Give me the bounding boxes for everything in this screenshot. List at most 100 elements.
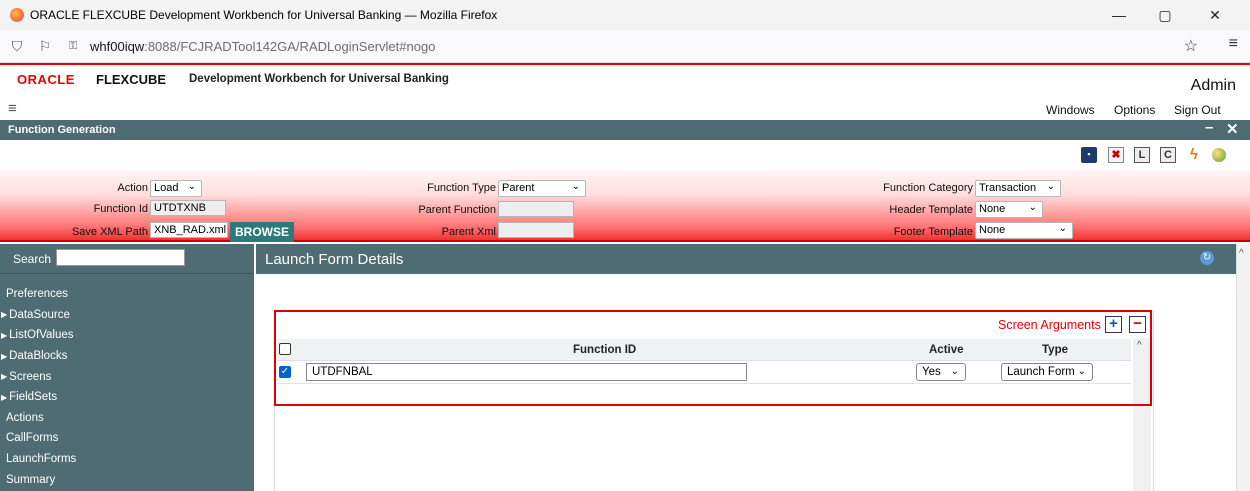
chevron-down-icon: ⌄ xyxy=(1028,202,1037,213)
sidebar-item-label: Screens xyxy=(9,370,52,383)
delete-icon[interactable]: ✖ xyxy=(1108,147,1124,163)
permissions-icon[interactable]: ⚿ xyxy=(62,40,84,53)
sidebar-item-label: DataBlocks xyxy=(9,350,68,363)
globe-icon[interactable] xyxy=(1212,148,1226,162)
menu-sign-out[interactable]: Sign Out xyxy=(1174,103,1221,117)
active-select[interactable]: Yes ⌄ xyxy=(916,363,966,381)
app-header: ORACLE FLEXCUBE Development Workbench fo… xyxy=(0,63,1250,99)
column-active: Active xyxy=(929,344,964,356)
menu-windows[interactable]: Windows xyxy=(1046,103,1095,117)
sidebar-item-label: Summary xyxy=(6,473,56,486)
url-field[interactable]: whf00iqw:8088/FCJRADTool142GA/RADLoginSe… xyxy=(90,39,435,54)
scroll-up-icon[interactable]: ^ xyxy=(1239,248,1244,259)
sidebar-item-label: DataSource xyxy=(9,308,70,321)
sidebar-item-launchforms[interactable]: LaunchForms xyxy=(0,449,254,470)
refresh-icon[interactable]: ↻ xyxy=(1200,251,1214,265)
sidebar-item-label: FieldSets xyxy=(9,391,58,404)
tracking-icon[interactable]: ⚐ xyxy=(34,38,56,55)
sidebar-item-screens[interactable]: ▶ Screens xyxy=(0,366,254,387)
maximize-window-button[interactable]: ▢ xyxy=(1142,0,1188,30)
column-type: Type xyxy=(1042,344,1068,356)
search-label: Search xyxy=(13,252,52,266)
remove-row-button[interactable]: − xyxy=(1129,316,1146,333)
sidebar-item-datablocks[interactable]: ▶ DataBlocks xyxy=(0,346,254,367)
sidebar-item-label: ListOfValues xyxy=(9,329,74,342)
type-select[interactable]: Launch Form ⌄ xyxy=(1001,363,1093,381)
lightning-icon[interactable]: ϟ xyxy=(1186,147,1202,163)
table-header: Function ID Active Type xyxy=(277,339,1131,361)
screen-arguments-label: Screen Arguments xyxy=(998,318,1101,332)
parent-function-field[interactable] xyxy=(498,201,574,217)
table-row: ✓ UTDFNBAL Yes ⌄ Launch Form ⌄ xyxy=(277,362,1131,384)
browse-button[interactable]: BROWSE xyxy=(230,222,294,242)
c-icon[interactable]: C xyxy=(1160,147,1176,163)
firefox-icon xyxy=(10,8,24,22)
column-function-id: Function ID xyxy=(573,344,637,356)
minimize-panel-button[interactable]: – xyxy=(1205,119,1213,136)
sidebar-search-input[interactable] xyxy=(56,249,185,266)
footer-template-select[interactable]: None ⌄ xyxy=(975,222,1073,239)
menu-bar: ≡ Windows Options Sign Out xyxy=(0,99,1250,120)
expand-arrow-icon[interactable]: ▶ xyxy=(1,393,7,402)
save-icon[interactable]: ▪ xyxy=(1081,147,1097,163)
action-select[interactable]: Load ⌄ xyxy=(150,180,202,197)
address-bar: ⛉ ⚐ ⚿ whf00iqw:8088/FCJRADTool142GA/RADL… xyxy=(0,30,1250,63)
function-category-select[interactable]: Transaction ⌄ xyxy=(975,180,1061,197)
row-checkbox[interactable]: ✓ xyxy=(279,366,291,378)
header-template-select[interactable]: None ⌄ xyxy=(975,201,1043,218)
select-all-checkbox[interactable] xyxy=(279,343,291,355)
header-template-label: Header Template xyxy=(889,204,973,216)
function-generation-title: Function Generation xyxy=(8,124,116,136)
sidebar-item-preferences[interactable]: Preferences xyxy=(0,284,254,305)
sidebar-item-listofvalues[interactable]: ▶ ListOfValues xyxy=(0,325,254,346)
function-type-label: Function Type xyxy=(427,182,496,194)
chevron-down-icon: ⌄ xyxy=(950,366,959,377)
add-row-button[interactable]: + xyxy=(1105,316,1122,333)
close-panel-button[interactable]: ✕ xyxy=(1226,120,1239,138)
expand-arrow-icon[interactable]: ▶ xyxy=(1,310,7,319)
sidebar-item-fieldsets[interactable]: ▶ FieldSets xyxy=(0,387,254,408)
sidebar-item-callforms[interactable]: CallForms xyxy=(0,428,254,449)
active-value: Yes xyxy=(922,366,941,378)
l-icon[interactable]: L xyxy=(1134,147,1150,163)
url-host: whf00iqw xyxy=(90,38,145,54)
sidebar-item-label: Preferences xyxy=(6,288,69,301)
sidebar-item-label: LaunchForms xyxy=(6,453,77,466)
app-subtitle: Development Workbench for Universal Bank… xyxy=(189,73,449,85)
menu-options[interactable]: Options xyxy=(1114,103,1155,117)
function-category-value: Transaction xyxy=(979,182,1037,194)
left-sidebar: Search Preferences ▶ DataSource ▶ ListOfVa… xyxy=(0,244,254,491)
sidebar-item-datasource[interactable]: ▶ DataSource xyxy=(0,305,254,326)
close-window-button[interactable]: ✕ xyxy=(1192,0,1238,30)
parent-xml-field[interactable] xyxy=(498,222,574,238)
browser-title-bar: ORACLE FLEXCUBE Development Workbench fo… xyxy=(0,0,1250,30)
sidebar-item-summary[interactable]: Summary xyxy=(0,469,254,490)
sidebar-item-label: Actions xyxy=(6,411,44,424)
expand-arrow-icon[interactable]: ▶ xyxy=(1,331,7,340)
action-value: Load xyxy=(154,182,179,194)
user-name: Admin xyxy=(1190,77,1236,94)
function-id-input[interactable]: UTDFNBAL xyxy=(306,363,747,381)
hamburger-menu-icon[interactable]: ≡ xyxy=(8,100,17,117)
expand-arrow-icon[interactable]: ▶ xyxy=(1,372,7,381)
parent-function-label: Parent Function xyxy=(418,204,496,216)
chevron-down-icon: ⌄ xyxy=(187,181,196,192)
page-scrollbar[interactable]: ^ xyxy=(1236,244,1250,491)
main-panel-header: Launch Form Details ↻ xyxy=(256,244,1236,274)
minimize-window-button[interactable]: — xyxy=(1096,0,1142,30)
sidebar-search-row: Search xyxy=(0,244,254,274)
sidebar-item-actions[interactable]: Actions xyxy=(0,408,254,429)
function-type-select[interactable]: Parent ⌄ xyxy=(498,180,586,197)
chevron-down-icon: ⌄ xyxy=(571,181,580,192)
footer-template-value: None xyxy=(979,224,1006,236)
browser-menu-icon[interactable]: ≡ xyxy=(1229,35,1238,53)
footer-template-label: Footer Template xyxy=(893,226,973,238)
save-xml-path-field[interactable]: XNB_RAD.xml xyxy=(150,222,228,238)
expand-arrow-icon[interactable]: ▶ xyxy=(1,352,7,361)
shield-icon[interactable]: ⛉ xyxy=(6,38,28,55)
function-id-field[interactable]: UTDTXNB xyxy=(150,200,226,216)
save-xml-path-label: Save XML Path xyxy=(71,226,148,238)
bookmark-star-icon[interactable]: ☆ xyxy=(1184,36,1198,56)
function-category-label: Function Category xyxy=(883,182,973,194)
sidebar-item-label: CallForms xyxy=(6,432,59,445)
